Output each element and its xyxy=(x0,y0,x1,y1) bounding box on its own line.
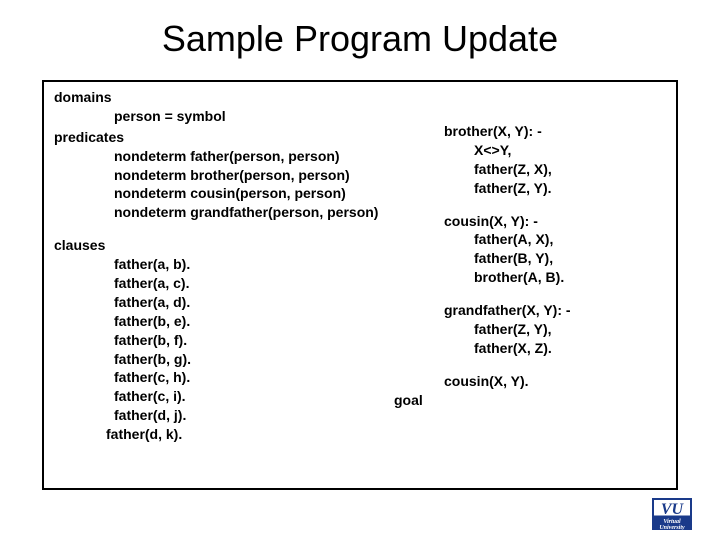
vu-logo-box: VU Virtual University xyxy=(652,498,692,530)
clause-line: father(a, c). xyxy=(54,274,414,293)
vu-logo-text: VU xyxy=(661,501,683,519)
domains-line: person = symbol xyxy=(54,107,414,126)
predicate-line: nondeterm brother(person, person) xyxy=(54,166,414,185)
clause-line: father(b, g). xyxy=(54,350,414,369)
domains-keyword: domains xyxy=(54,88,414,107)
code-box: domains person = symbol predicates nonde… xyxy=(42,80,678,490)
clauses-keyword: clauses xyxy=(54,236,414,255)
goal-line: cousin(X, Y). xyxy=(444,372,664,391)
grandfather-rule-body: father(X, Z). xyxy=(444,339,664,358)
clause-line: father(d, k). xyxy=(54,425,414,444)
left-column: domains person = symbol predicates nonde… xyxy=(54,86,414,444)
grandfather-rule-body: father(Z, Y), xyxy=(444,320,664,339)
clause-line: father(b, e). xyxy=(54,312,414,331)
brother-rule-head: brother(X, Y): - xyxy=(444,122,664,141)
predicate-line: nondeterm cousin(person, person) xyxy=(54,184,414,203)
slide-title: Sample Program Update xyxy=(0,0,720,72)
clause-line: father(d, j). xyxy=(54,406,414,425)
brother-rule-body: X<>Y, xyxy=(444,141,664,160)
goal-keyword: goal xyxy=(394,392,423,408)
predicate-line: nondeterm father(person, person) xyxy=(54,147,414,166)
cousin-rule-head: cousin(X, Y): - xyxy=(444,212,664,231)
grandfather-rule-head: grandfather(X, Y): - xyxy=(444,301,664,320)
clause-line: father(a, b). xyxy=(54,255,414,274)
cousin-rule-body: father(B, Y), xyxy=(444,249,664,268)
brother-rule-body: father(Z, Y). xyxy=(444,179,664,198)
vu-logo: VU Virtual University xyxy=(652,498,706,532)
cousin-rule-body: father(A, X), xyxy=(444,230,664,249)
clause-line: father(b, f). xyxy=(54,331,414,350)
predicates-keyword: predicates xyxy=(54,128,414,147)
brother-rule-body: father(Z, X), xyxy=(444,160,664,179)
right-column: brother(X, Y): - X<>Y, father(Z, X), fat… xyxy=(444,122,664,391)
clause-line: father(c, i). xyxy=(54,387,414,406)
clause-line: father(c, h). xyxy=(54,368,414,387)
predicate-line: nondeterm grandfather(person, person) xyxy=(54,203,414,222)
clause-line: father(a, d). xyxy=(54,293,414,312)
vu-logo-subtext: Virtual University xyxy=(652,519,692,531)
cousin-rule-body: brother(A, B). xyxy=(444,268,664,287)
